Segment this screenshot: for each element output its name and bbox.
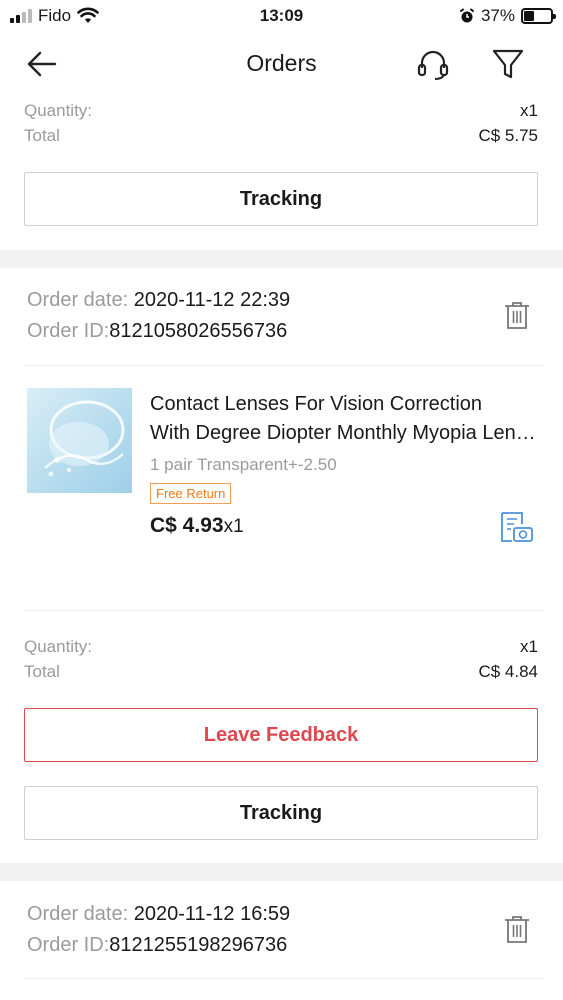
product-title-line1: Contact Lenses For Vision Correction: [150, 393, 483, 415]
price-qty: x1: [223, 516, 244, 537]
product-sku: 1 pair Transparent+-2.50: [150, 455, 337, 474]
trash-icon[interactable]: [500, 298, 534, 332]
trash-icon[interactable]: [500, 912, 534, 946]
previous-order-total-row: Total C$ 5.75: [24, 126, 538, 146]
support-headset-icon[interactable]: [414, 46, 452, 82]
status-bar: Fido 13:09 37%: [0, 0, 563, 34]
order-snapshot-icon[interactable]: [498, 510, 534, 544]
order-id: Order ID:8121058026556736: [27, 316, 290, 347]
page-title: Orders: [246, 50, 317, 76]
nav-bar: Orders: [0, 34, 563, 94]
quantity-value: x1: [520, 101, 538, 120]
total-value: C$ 4.84: [478, 662, 538, 681]
tracking-button[interactable]: Tracking: [24, 786, 538, 840]
price-amount: C$ 4.93: [150, 514, 224, 537]
total-label: Total: [24, 662, 60, 681]
section-separator: [0, 250, 563, 268]
battery-icon: [521, 8, 556, 24]
total-value: C$ 5.75: [478, 126, 538, 145]
order-date: Order date: 2020-11-12 22:39: [27, 285, 290, 316]
order-date-value: 2020-11-12 16:59: [133, 903, 291, 925]
divider: [24, 365, 544, 366]
filter-icon[interactable]: [490, 46, 526, 82]
order-id-value: 8121255198296736: [109, 934, 288, 956]
order-date: Order date: 2020-11-12 16:59: [27, 899, 290, 930]
status-right: 37%: [459, 6, 556, 26]
order-meta: Order date: 2020-11-12 16:59 Order ID:81…: [27, 899, 290, 961]
product-image[interactable]: [27, 388, 132, 493]
battery-percent: 37%: [480, 6, 515, 25]
order-meta: Order date: 2020-11-12 22:39 Order ID:81…: [27, 285, 290, 347]
quantity-value: x1: [520, 637, 538, 656]
order-id-label: Order ID:: [27, 320, 110, 342]
order-quantity-row: Quantity: x1: [24, 637, 538, 657]
order-id-value: 8121058026556736: [109, 320, 288, 342]
product-title-line2: With Degree Diopter Monthly Myopia Lense…: [150, 422, 540, 444]
quantity-label: Quantity:: [24, 101, 93, 120]
order-date-value: 2020-11-12 22:39: [133, 289, 291, 311]
free-return-badge: Free Return: [150, 483, 232, 504]
contact-lens-icon: [44, 400, 125, 477]
total-label: Total: [24, 126, 60, 145]
leave-feedback-button[interactable]: Leave Feedback: [24, 708, 538, 762]
order-id-label: Order ID:: [27, 934, 110, 956]
order-date-label: Order date:: [27, 903, 134, 925]
product-price: C$ 4.93x1: [150, 514, 244, 538]
product-title[interactable]: Contact Lenses For Vision Correction Wit…: [150, 390, 540, 448]
alarm-icon: [459, 8, 474, 23]
section-separator: [0, 863, 563, 881]
previous-order-quantity-row: Quantity: x1: [24, 101, 538, 121]
divider: [24, 610, 544, 611]
order-id: Order ID:8121255198296736: [27, 930, 290, 961]
quantity-label: Quantity:: [24, 637, 93, 656]
tracking-button[interactable]: Tracking: [24, 172, 538, 226]
divider: [24, 978, 544, 979]
order-total-row: Total C$ 4.84: [24, 662, 538, 682]
order-date-label: Order date:: [27, 289, 134, 311]
